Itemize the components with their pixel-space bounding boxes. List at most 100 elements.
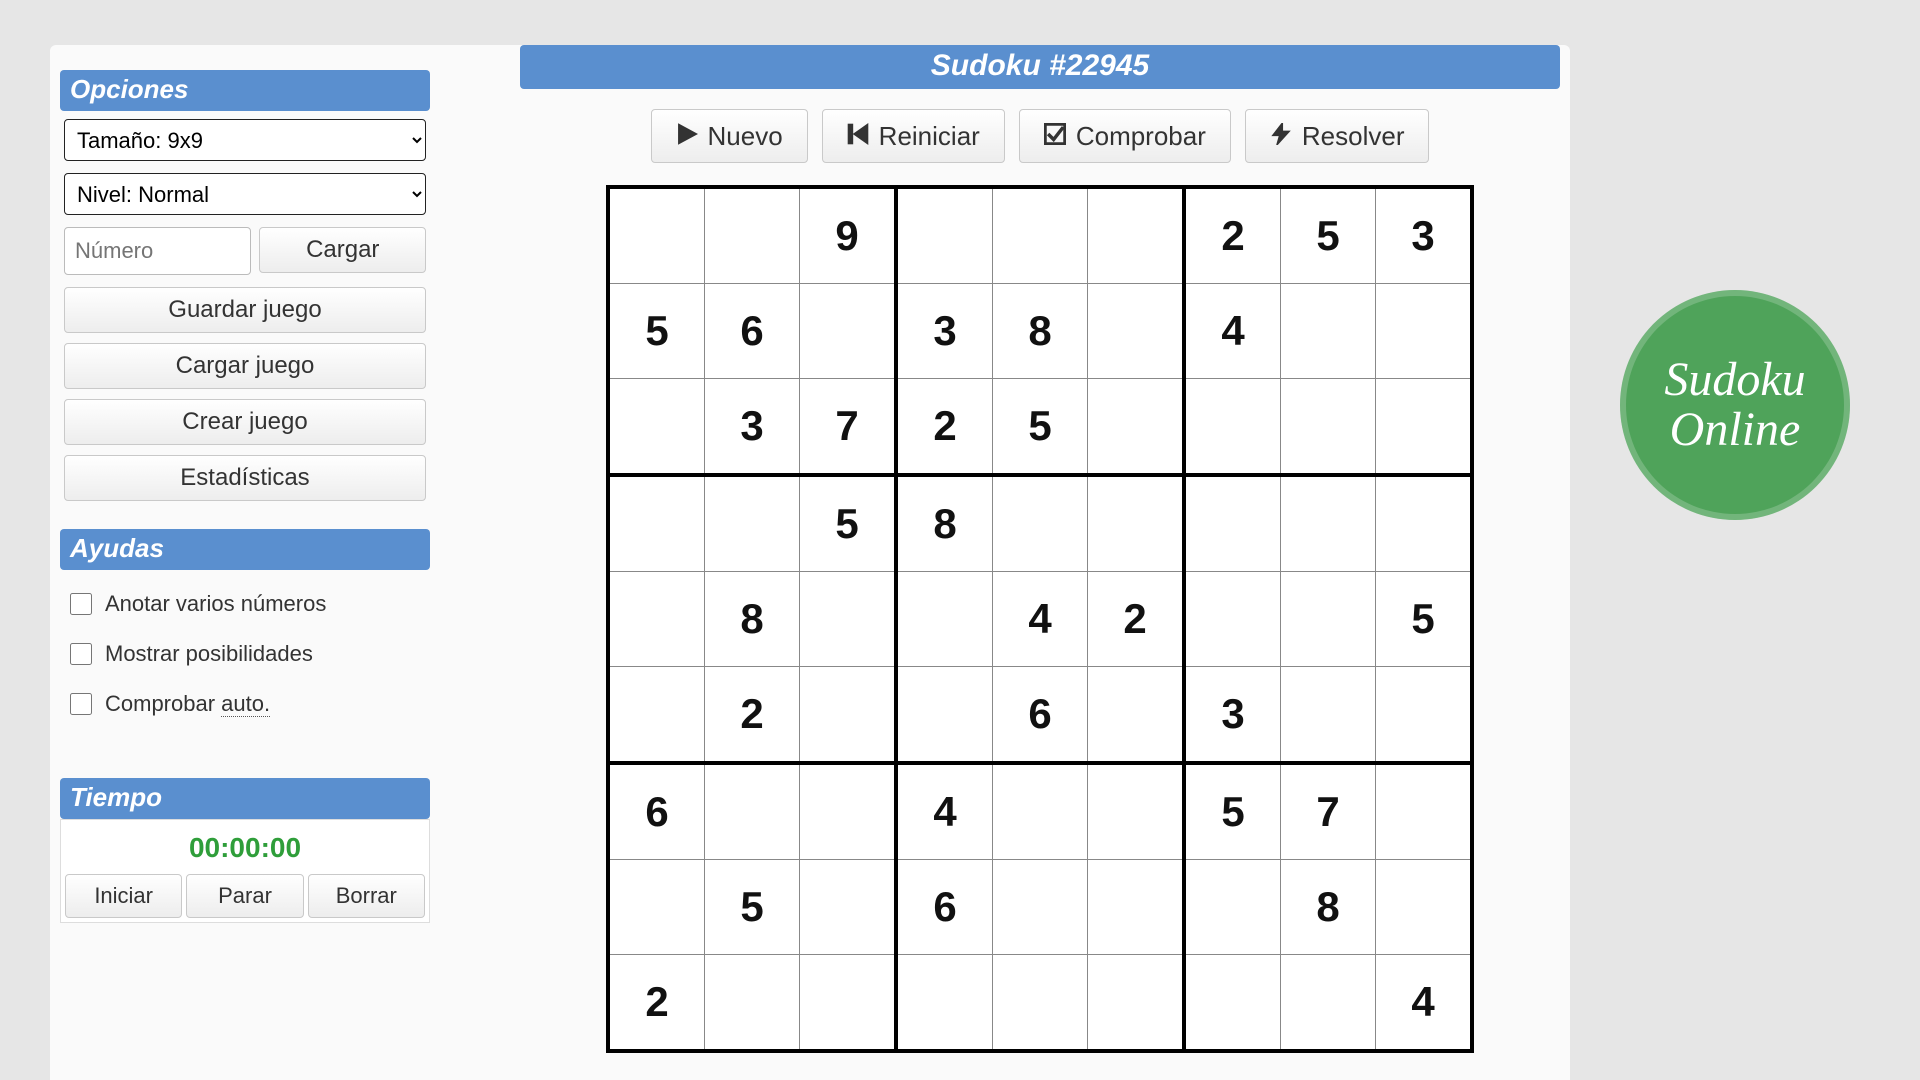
time-start-button[interactable]: Iniciar — [65, 874, 182, 918]
cell-8-0[interactable]: 2 — [608, 955, 705, 1052]
cell-0-4[interactable] — [993, 187, 1088, 284]
cell-7-3[interactable]: 6 — [896, 860, 993, 955]
cell-6-3[interactable]: 4 — [896, 763, 993, 860]
cell-4-7[interactable] — [1281, 572, 1376, 667]
cell-5-7[interactable] — [1281, 667, 1376, 764]
cell-4-2[interactable] — [800, 572, 897, 667]
cell-0-7[interactable]: 5 — [1281, 187, 1376, 284]
cell-8-4[interactable] — [993, 955, 1088, 1052]
save-game-button[interactable]: Guardar juego — [64, 287, 426, 333]
cell-1-0[interactable]: 5 — [608, 284, 705, 379]
cell-7-8[interactable] — [1376, 860, 1473, 955]
cell-3-1[interactable] — [705, 475, 800, 572]
cell-7-0[interactable] — [608, 860, 705, 955]
cell-3-7[interactable] — [1281, 475, 1376, 572]
number-input[interactable] — [64, 227, 251, 275]
cell-6-0[interactable]: 6 — [608, 763, 705, 860]
cell-4-8[interactable]: 5 — [1376, 572, 1473, 667]
cell-8-2[interactable] — [800, 955, 897, 1052]
cell-0-0[interactable] — [608, 187, 705, 284]
cell-0-3[interactable] — [896, 187, 993, 284]
annotate-checkbox[interactable] — [70, 593, 92, 615]
cell-3-3[interactable]: 8 — [896, 475, 993, 572]
cell-5-3[interactable] — [896, 667, 993, 764]
cell-8-5[interactable] — [1088, 955, 1185, 1052]
cell-3-2[interactable]: 5 — [800, 475, 897, 572]
annotate-checkbox-row[interactable]: Anotar varios números — [66, 590, 424, 618]
cell-4-6[interactable] — [1184, 572, 1281, 667]
cell-1-7[interactable] — [1281, 284, 1376, 379]
cell-0-1[interactable] — [705, 187, 800, 284]
cell-5-5[interactable] — [1088, 667, 1185, 764]
cell-6-4[interactable] — [993, 763, 1088, 860]
new-button[interactable]: Nuevo — [651, 109, 808, 163]
cell-8-8[interactable]: 4 — [1376, 955, 1473, 1052]
cell-1-8[interactable] — [1376, 284, 1473, 379]
cell-2-4[interactable]: 5 — [993, 379, 1088, 476]
cell-2-7[interactable] — [1281, 379, 1376, 476]
cell-2-5[interactable] — [1088, 379, 1185, 476]
load-game-button[interactable]: Cargar juego — [64, 343, 426, 389]
cell-1-6[interactable]: 4 — [1184, 284, 1281, 379]
cell-3-0[interactable] — [608, 475, 705, 572]
cell-7-4[interactable] — [993, 860, 1088, 955]
cell-3-5[interactable] — [1088, 475, 1185, 572]
stats-button[interactable]: Estadísticas — [64, 455, 426, 501]
cell-7-5[interactable] — [1088, 860, 1185, 955]
cell-6-6[interactable]: 5 — [1184, 763, 1281, 860]
cell-4-3[interactable] — [896, 572, 993, 667]
cell-2-2[interactable]: 7 — [800, 379, 897, 476]
cell-7-2[interactable] — [800, 860, 897, 955]
cell-6-8[interactable] — [1376, 763, 1473, 860]
cell-7-7[interactable]: 8 — [1281, 860, 1376, 955]
restart-button[interactable]: Reiniciar — [822, 109, 1005, 163]
show-poss-checkbox[interactable] — [70, 643, 92, 665]
check-button[interactable]: Comprobar — [1019, 109, 1231, 163]
cell-2-8[interactable] — [1376, 379, 1473, 476]
cell-7-1[interactable]: 5 — [705, 860, 800, 955]
cell-0-6[interactable]: 2 — [1184, 187, 1281, 284]
cell-5-2[interactable] — [800, 667, 897, 764]
show-poss-checkbox-row[interactable]: Mostrar posibilidades — [66, 640, 424, 668]
cell-5-4[interactable]: 6 — [993, 667, 1088, 764]
cell-8-3[interactable] — [896, 955, 993, 1052]
solve-button[interactable]: Resolver — [1245, 109, 1430, 163]
cell-1-1[interactable]: 6 — [705, 284, 800, 379]
cell-6-7[interactable]: 7 — [1281, 763, 1376, 860]
cell-3-4[interactable] — [993, 475, 1088, 572]
sudoku-board[interactable]: 9253563843725588425263645756824 — [606, 185, 1474, 1053]
cell-5-8[interactable] — [1376, 667, 1473, 764]
cell-8-7[interactable] — [1281, 955, 1376, 1052]
cell-6-2[interactable] — [800, 763, 897, 860]
cell-6-5[interactable] — [1088, 763, 1185, 860]
cell-5-0[interactable] — [608, 667, 705, 764]
cell-3-8[interactable] — [1376, 475, 1473, 572]
cell-2-1[interactable]: 3 — [705, 379, 800, 476]
cell-4-5[interactable]: 2 — [1088, 572, 1185, 667]
size-select[interactable]: Tamaño: 9x9 — [64, 119, 426, 161]
cell-1-3[interactable]: 3 — [896, 284, 993, 379]
cell-4-0[interactable] — [608, 572, 705, 667]
cell-5-6[interactable]: 3 — [1184, 667, 1281, 764]
auto-check-checkbox[interactable] — [70, 693, 92, 715]
time-stop-button[interactable]: Parar — [186, 874, 303, 918]
cell-3-6[interactable] — [1184, 475, 1281, 572]
load-button[interactable]: Cargar — [259, 227, 426, 273]
time-clear-button[interactable]: Borrar — [308, 874, 425, 918]
cell-6-1[interactable] — [705, 763, 800, 860]
cell-8-1[interactable] — [705, 955, 800, 1052]
cell-1-4[interactable]: 8 — [993, 284, 1088, 379]
cell-1-5[interactable] — [1088, 284, 1185, 379]
cell-8-6[interactable] — [1184, 955, 1281, 1052]
cell-2-3[interactable]: 2 — [896, 379, 993, 476]
create-game-button[interactable]: Crear juego — [64, 399, 426, 445]
auto-check-checkbox-row[interactable]: Comprobar auto. — [66, 690, 424, 718]
cell-2-0[interactable] — [608, 379, 705, 476]
level-select[interactable]: Nivel: Normal — [64, 173, 426, 215]
cell-0-2[interactable]: 9 — [800, 187, 897, 284]
cell-1-2[interactable] — [800, 284, 897, 379]
cell-4-4[interactable]: 4 — [993, 572, 1088, 667]
cell-0-5[interactable] — [1088, 187, 1185, 284]
cell-4-1[interactable]: 8 — [705, 572, 800, 667]
cell-5-1[interactable]: 2 — [705, 667, 800, 764]
